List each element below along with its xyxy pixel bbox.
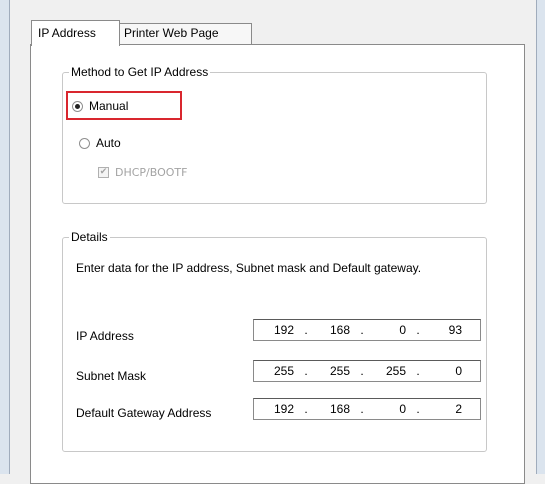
octet-separator: . bbox=[360, 323, 364, 337]
subnet-octet-1[interactable]: 255 bbox=[254, 364, 298, 378]
ip-address-label: IP Address bbox=[76, 329, 134, 343]
ip-octet-1[interactable]: 192 bbox=[254, 323, 298, 337]
subnet-octet-3[interactable]: 255 bbox=[370, 364, 410, 378]
octet-separator: . bbox=[416, 323, 420, 337]
dhcp-bootf-label: DHCP/BOOTF bbox=[115, 166, 188, 179]
octet-separator: . bbox=[360, 364, 364, 378]
octet-separator: . bbox=[416, 364, 420, 378]
gateway-octet-4[interactable]: 2 bbox=[426, 402, 466, 416]
method-group-legend: Method to Get IP Address bbox=[69, 65, 211, 79]
checkbox-checked-icon: ✔ bbox=[98, 167, 109, 178]
tab-printer-web-page[interactable]: Printer Web Page bbox=[119, 23, 252, 45]
details-description: Enter data for the IP address, Subnet ma… bbox=[76, 261, 422, 275]
subnet-octet-4[interactable]: 0 bbox=[426, 364, 466, 378]
ip-octet-2[interactable]: 168 bbox=[314, 323, 354, 337]
gateway-label: Default Gateway Address bbox=[76, 406, 212, 420]
details-group-legend: Details bbox=[69, 230, 110, 244]
gateway-octet-2[interactable]: 168 bbox=[314, 402, 354, 416]
octet-separator: . bbox=[360, 402, 364, 416]
octet-separator: . bbox=[304, 402, 308, 416]
dhcp-bootf-checkbox-row: ✔ DHCP/BOOTF bbox=[98, 166, 187, 179]
octet-separator: . bbox=[416, 402, 420, 416]
gateway-input[interactable]: 192. 168. 0. 2 bbox=[253, 398, 481, 420]
ip-octet-4[interactable]: 93 bbox=[426, 323, 466, 337]
subnet-mask-label: Subnet Mask bbox=[76, 369, 147, 383]
window-frame-right bbox=[536, 0, 545, 474]
subnet-octet-2[interactable]: 255 bbox=[314, 364, 354, 378]
octet-separator: . bbox=[304, 323, 308, 337]
gateway-octet-3[interactable]: 0 bbox=[370, 402, 410, 416]
tab-ip-address[interactable]: IP Address bbox=[31, 20, 120, 46]
octet-separator: . bbox=[304, 364, 308, 378]
auto-radio-option[interactable]: Auto bbox=[79, 135, 121, 151]
auto-radio-label: Auto bbox=[96, 136, 121, 150]
subnet-mask-input[interactable]: 255. 255. 255. 0 bbox=[253, 360, 481, 382]
ip-address-input[interactable]: 192. 168. 0. 93 bbox=[253, 319, 481, 341]
window-frame-left bbox=[0, 0, 10, 474]
manual-highlight-box bbox=[66, 91, 182, 120]
ip-octet-3[interactable]: 0 bbox=[370, 323, 410, 337]
radio-unchecked-icon[interactable] bbox=[79, 137, 90, 149]
gateway-octet-1[interactable]: 192 bbox=[254, 402, 298, 416]
